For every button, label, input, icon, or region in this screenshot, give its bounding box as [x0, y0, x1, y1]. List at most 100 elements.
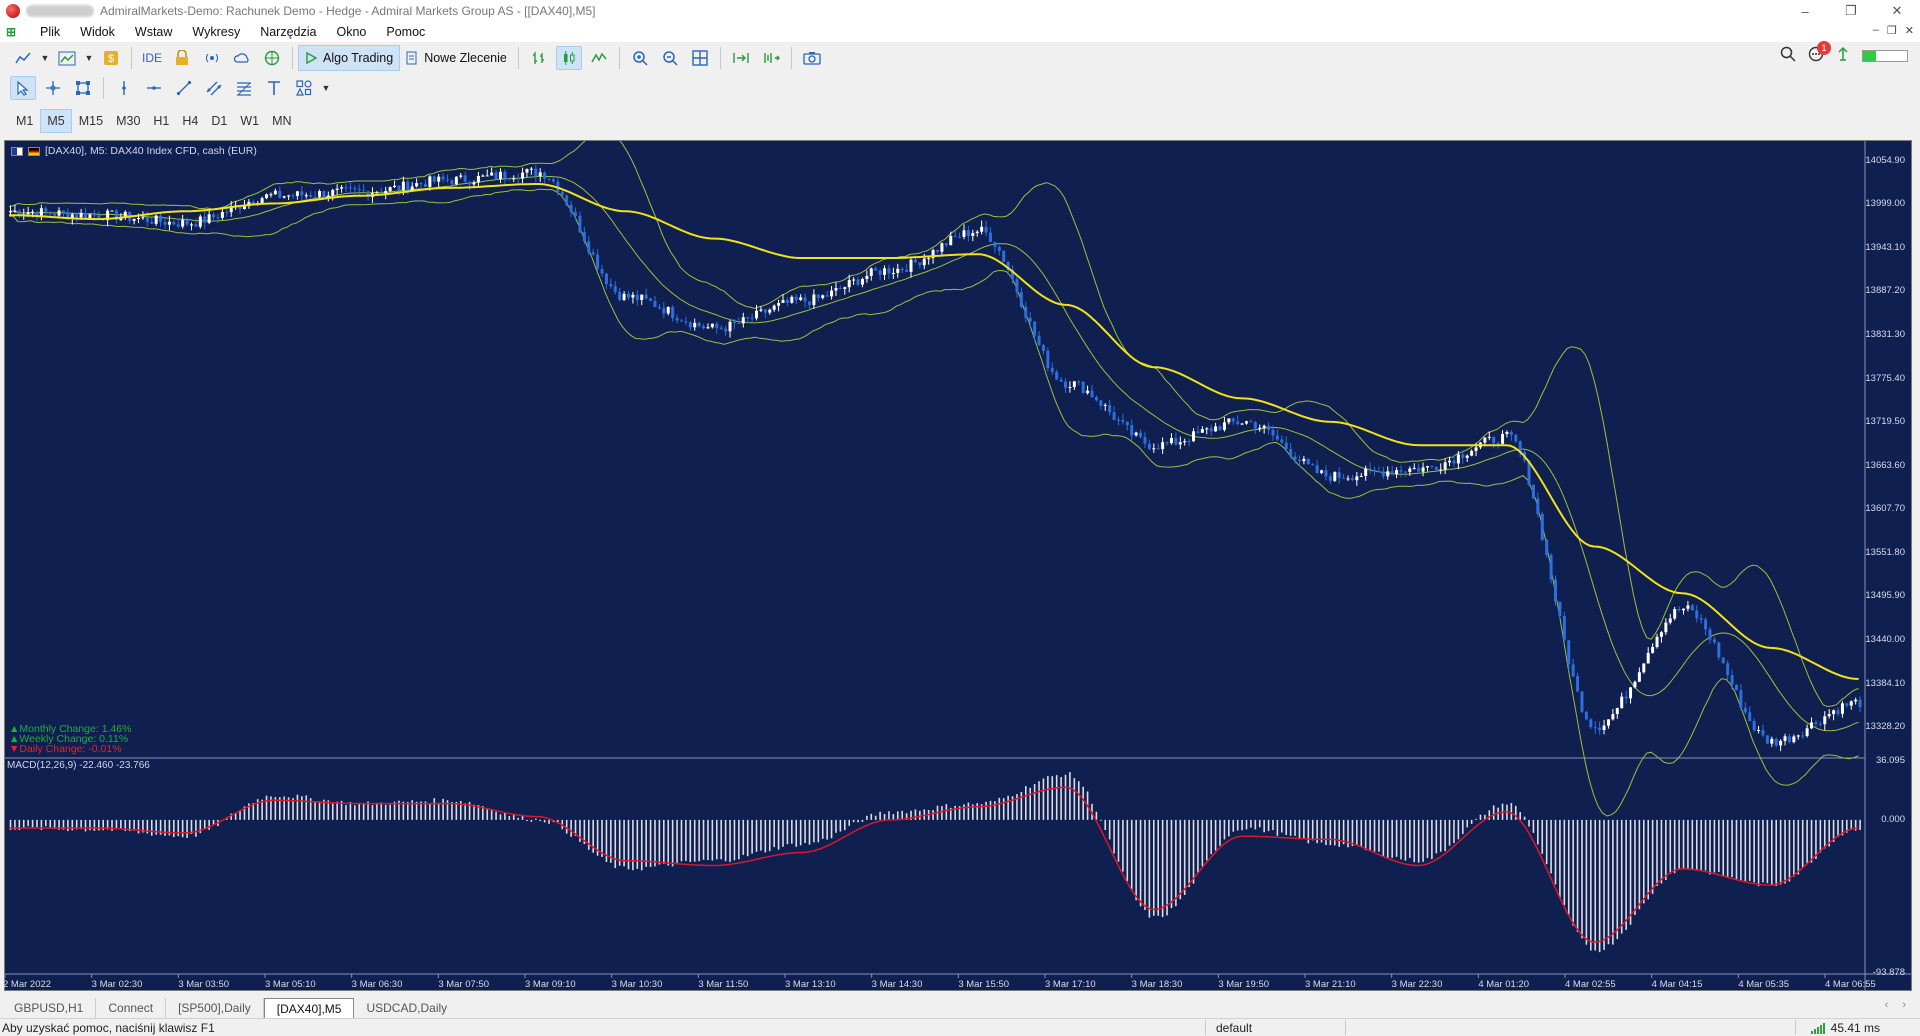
tile-windows-icon[interactable]: [687, 46, 713, 70]
signals-broadcast-icon[interactable]: [199, 46, 225, 70]
notifications-button[interactable]: 1: [1808, 41, 1831, 65]
text-tool-icon[interactable]: [261, 76, 287, 100]
zoom-in-icon[interactable]: [627, 46, 653, 70]
candle-body: [1403, 471, 1407, 473]
timeframe-h1[interactable]: H1: [147, 109, 175, 133]
mdi-minimize-button[interactable]: –: [1873, 24, 1879, 37]
candle-body: [847, 280, 851, 288]
timeframe-m30[interactable]: M30: [110, 109, 146, 133]
menu-help[interactable]: Pomoc: [376, 25, 435, 39]
ide-button[interactable]: IDE: [139, 46, 165, 70]
vertical-line-icon[interactable]: [111, 76, 137, 100]
autoscroll-icon[interactable]: [728, 46, 754, 70]
tab-usdcad-daily[interactable]: USDCAD,Daily: [354, 998, 459, 1018]
timeframe-w1[interactable]: W1: [234, 109, 265, 133]
candle-body: [905, 270, 909, 272]
price-chart-canvas[interactable]: [5, 141, 1911, 990]
timeframe-h4[interactable]: H4: [176, 109, 204, 133]
menu-charts[interactable]: Wykresy: [182, 25, 250, 39]
candle-body: [1805, 728, 1809, 736]
candle-body: [1161, 442, 1165, 450]
minimize-button[interactable]: –: [1782, 0, 1828, 22]
candle-body: [1801, 735, 1805, 737]
candle-body: [75, 214, 79, 218]
profiles-icon[interactable]: [54, 46, 80, 70]
timeframe-m1[interactable]: M1: [10, 109, 39, 133]
candle-body: [966, 230, 970, 236]
community-globe-icon[interactable]: [259, 46, 285, 70]
candle-body: [750, 317, 754, 319]
menu-file[interactable]: Plik: [30, 25, 70, 39]
cursor-arrow-icon[interactable]: [10, 76, 36, 100]
horizontal-line-icon[interactable]: [141, 76, 167, 100]
candle-body: [1470, 450, 1474, 456]
connection-bars-icon: [1810, 1022, 1825, 1034]
chart-window[interactable]: [DAX40], M5: DAX40 Index CFD, cash (EUR)…: [3, 140, 1912, 991]
candle-body: [830, 290, 834, 297]
candle-body: [1090, 390, 1094, 398]
status-ping[interactable]: 45.41 ms: [1810, 1021, 1880, 1035]
candle-body: [1306, 458, 1310, 465]
algo-trading-label: Algo Trading: [323, 51, 394, 65]
tab-connect[interactable]: Connect: [96, 998, 167, 1018]
mdi-close-button[interactable]: ✕: [1905, 24, 1914, 37]
menu-view[interactable]: Widok: [70, 25, 125, 39]
time-tick-label: 3 Mar 10:30: [611, 979, 663, 990]
time-tick-label: 4 Mar 01:20: [1478, 979, 1530, 990]
channel-icon[interactable]: [201, 76, 227, 100]
timeframe-mn[interactable]: MN: [266, 109, 297, 133]
mdi-restore-button[interactable]: ❐: [1887, 24, 1897, 37]
candle-body: [1717, 642, 1721, 658]
price-tick-label: 13384.10: [1865, 677, 1905, 689]
menu-window[interactable]: Okno: [326, 25, 376, 39]
close-button[interactable]: ✕: [1874, 0, 1920, 22]
candle-body: [1531, 484, 1535, 499]
cloud-vps-icon[interactable]: [229, 46, 255, 70]
new-order-button[interactable]: Nowe Zlecenie: [400, 45, 513, 71]
tab-scroll-left-icon[interactable]: ‹: [1885, 999, 1889, 1011]
connection-status-icon[interactable]: [1836, 46, 1850, 65]
search-icon[interactable]: [1780, 46, 1796, 65]
candle-body: [679, 320, 683, 322]
candle-body: [1258, 427, 1262, 429]
timeframe-m15[interactable]: M15: [73, 109, 109, 133]
line-chart-icon[interactable]: [586, 46, 612, 70]
candle-body: [1373, 469, 1377, 472]
candle-body: [110, 210, 114, 212]
candle-body: [1081, 381, 1085, 394]
candlestick-chart-icon[interactable]: [555, 46, 582, 70]
chart-shift-icon[interactable]: [758, 46, 784, 70]
tab-sp500-daily[interactable]: [SP500],Daily: [166, 998, 264, 1018]
tab-dax40-m5[interactable]: [DAX40],M5: [263, 998, 355, 1018]
tab-gbpusd-h1[interactable]: GBPUSD,H1: [2, 998, 97, 1018]
algo-trading-button[interactable]: Algo Trading: [298, 45, 401, 71]
menu-insert[interactable]: Wstaw: [125, 25, 183, 39]
dropdown-arrow-icon[interactable]: ▼: [40, 46, 50, 70]
new-chart-icon[interactable]: [10, 46, 36, 70]
screenshot-camera-icon[interactable]: [799, 46, 825, 70]
dropdown-arrow-icon[interactable]: ▼: [321, 76, 331, 100]
shapes-icon[interactable]: [291, 76, 317, 100]
candle-body: [1646, 652, 1650, 664]
candle-body: [1311, 464, 1315, 466]
candle-body: [1024, 306, 1028, 318]
fibonacci-icon[interactable]: [231, 76, 257, 100]
restore-button[interactable]: ❐: [1828, 0, 1874, 22]
bar-chart-icon[interactable]: [526, 46, 552, 70]
zoom-out-icon[interactable]: [657, 46, 683, 70]
trendline-icon[interactable]: [171, 76, 197, 100]
timeframe-d1[interactable]: D1: [205, 109, 233, 133]
object-select-icon[interactable]: [70, 76, 96, 100]
market-dollar-icon[interactable]: $: [98, 46, 124, 70]
candle-body: [1814, 722, 1818, 724]
candle-body: [1651, 646, 1655, 653]
candle-body: [1395, 470, 1399, 475]
dropdown-arrow-icon[interactable]: ▼: [84, 46, 94, 70]
lock-icon[interactable]: [169, 46, 195, 70]
crosshair-icon[interactable]: [40, 76, 66, 100]
timeframe-m5[interactable]: M5: [40, 109, 72, 133]
candle-body: [1368, 468, 1372, 470]
tab-scroll-right-icon[interactable]: ›: [1902, 999, 1906, 1011]
candle-body: [1673, 609, 1677, 619]
menu-tools[interactable]: Narzędzia: [250, 25, 326, 39]
